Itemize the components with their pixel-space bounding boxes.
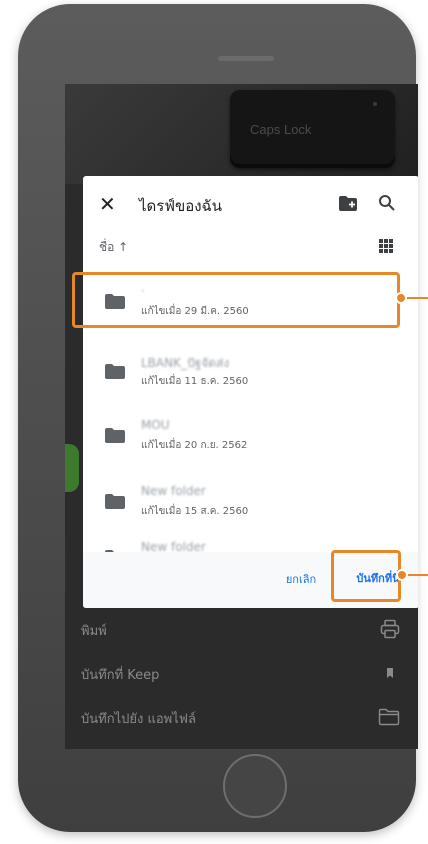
- caps-lock-key: Caps Lock: [230, 90, 395, 168]
- folder-name: MOU: [141, 418, 170, 432]
- menu-item-print[interactable]: พิมพ์: [65, 610, 418, 648]
- callout-dot: [396, 569, 408, 581]
- caps-lock-led: [373, 102, 377, 106]
- highlight-save-button: [331, 550, 401, 602]
- folder-modified-date: แก้ไขเมื่อ 15 ส.ค. 2560: [141, 506, 249, 517]
- menu-item-save-to-keep[interactable]: บันทึกที่ Keep: [65, 654, 418, 692]
- background-photo: Caps Lock: [65, 84, 418, 184]
- new-folder-icon[interactable]: [339, 196, 357, 215]
- folder-icon: [105, 494, 125, 509]
- close-icon[interactable]: ✕: [99, 192, 116, 216]
- highlight-first-folder: [72, 272, 400, 328]
- caps-lock-label: Caps Lock: [250, 122, 312, 137]
- menu-item-label: บันทึกที่ Keep: [81, 668, 160, 683]
- print-icon: [380, 619, 400, 639]
- folder-list-item[interactable]: New folder แก้ไขเมื่อ 15 ส.ค. 2560: [83, 474, 418, 532]
- phone-frame: Caps Lock ✕ ไดรฟ์ของฉัน ชื่อ ↑ · แก้ไขเม…: [18, 4, 418, 832]
- earpiece: [218, 56, 274, 61]
- dialog-header: ✕ ไดรฟ์ของฉัน: [83, 176, 418, 232]
- folder-outline-icon: [378, 708, 400, 726]
- menu-item-label: บันทึกไปยัง แอพไฟล์: [81, 712, 196, 727]
- phone-screen: Caps Lock ✕ ไดรฟ์ของฉัน ชื่อ ↑ · แก้ไขเม…: [65, 84, 418, 749]
- callout-dot: [395, 292, 407, 304]
- drive-picker-dialog: ✕ ไดรฟ์ของฉัน ชื่อ ↑ · แก้ไขเมื่อ 29 มี.…: [83, 176, 418, 608]
- folder-list-item[interactable]: LBANK_ปัฐจัดส่ง แก้ไขเมื่อ 11 ธ.ค. 2560: [83, 344, 418, 402]
- folder-modified-date: แก้ไขเมื่อ 11 ธ.ค. 2560: [141, 376, 249, 387]
- sort-by-name-button[interactable]: ชื่อ ↑: [99, 238, 128, 257]
- folder-icon: [105, 428, 125, 443]
- sort-row: ชื่อ ↑: [83, 232, 418, 270]
- folder-name: LBANK_ปัฐจัดส่ง: [141, 356, 230, 370]
- home-button[interactable]: [223, 754, 287, 818]
- folder-name: New folder: [141, 484, 206, 498]
- menu-item-label: พิมพ์: [81, 624, 107, 639]
- cancel-button[interactable]: ยกเลิก: [273, 566, 329, 594]
- folder-icon: [105, 364, 125, 379]
- menu-item-save-to-files[interactable]: บันทึกไปยัง แอพไฟล์: [65, 698, 418, 736]
- side-tab: [65, 444, 79, 492]
- folder-list-item[interactable]: MOU แก้ไขเมื่อ 20 ก.ย. 2562: [83, 408, 418, 466]
- folder-modified-date: แก้ไขเมื่อ 20 ก.ย. 2562: [141, 440, 248, 451]
- dialog-title: ไดรฟ์ของฉัน: [139, 197, 223, 215]
- bookmark-icon: [387, 668, 393, 678]
- search-icon[interactable]: [378, 194, 396, 216]
- grid-view-icon[interactable]: [379, 238, 393, 257]
